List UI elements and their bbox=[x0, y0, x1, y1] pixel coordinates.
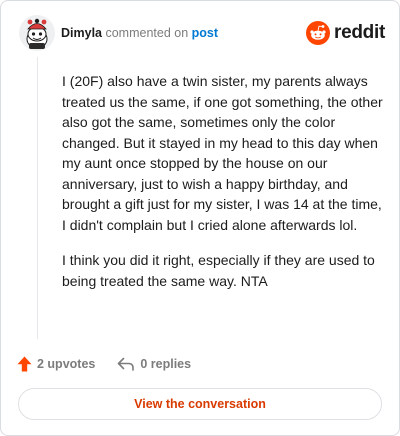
comment-body: I (20F) also have a twin sister, my pare… bbox=[62, 71, 384, 306]
upvote-count: 2 upvotes bbox=[37, 357, 96, 371]
comment-meta: Dimyla commented on post bbox=[61, 26, 218, 40]
post-link[interactable]: post bbox=[192, 26, 218, 40]
comment-card: Dimyla commented on post reddit I (20F) … bbox=[0, 0, 400, 436]
thread-line bbox=[37, 57, 38, 339]
upvote-arrow-icon bbox=[17, 356, 32, 372]
comment-paragraph-1: I (20F) also have a twin sister, my pare… bbox=[62, 73, 383, 233]
user-avatar[interactable] bbox=[19, 15, 55, 51]
username[interactable]: Dimyla bbox=[61, 26, 102, 40]
reddit-snoo-icon bbox=[306, 21, 331, 45]
comment-actions: 2 upvotes 0 replies bbox=[17, 354, 191, 374]
reply-count: 0 replies bbox=[140, 357, 192, 371]
reply-arrow-icon bbox=[118, 357, 135, 371]
reddit-logo[interactable]: reddit bbox=[306, 19, 385, 47]
upvote-button[interactable]: 2 upvotes bbox=[17, 356, 95, 372]
comment-header: Dimyla commented on post reddit bbox=[19, 15, 385, 55]
snoo-avatar-icon bbox=[19, 15, 55, 51]
reddit-wordmark: reddit bbox=[334, 22, 385, 43]
view-conversation-button[interactable]: View the conversation bbox=[18, 388, 382, 420]
comment-paragraph-2: I think you did it right, especially if … bbox=[62, 252, 375, 289]
reply-button[interactable]: 0 replies bbox=[117, 357, 191, 371]
action-text: commented on bbox=[105, 26, 189, 40]
